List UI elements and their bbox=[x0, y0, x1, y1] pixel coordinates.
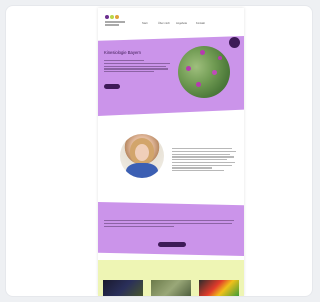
hero-flower-photo bbox=[178, 46, 230, 98]
website-preview[interactable]: Start Über mich Angebote Kontakt Kinesio… bbox=[98, 8, 244, 296]
nav-item-offers[interactable]: Angebote bbox=[176, 22, 187, 25]
service-label bbox=[199, 272, 239, 280]
hero-cta-button[interactable] bbox=[104, 84, 120, 89]
site-logo[interactable] bbox=[105, 15, 125, 27]
about-text bbox=[172, 148, 236, 173]
pricing-text bbox=[104, 220, 236, 228]
services-section bbox=[98, 260, 244, 296]
nav-item-contact[interactable]: Kontakt bbox=[196, 22, 205, 25]
service-thumbnail bbox=[151, 280, 191, 296]
service-thumbnail bbox=[199, 280, 239, 296]
service-card[interactable] bbox=[103, 272, 143, 296]
preview-card: Start Über mich Angebote Kontakt Kinesio… bbox=[6, 6, 312, 296]
about-section bbox=[98, 126, 244, 198]
nav-item-about[interactable]: Über mich bbox=[158, 22, 170, 25]
site-header: Start Über mich Angebote Kontakt bbox=[98, 8, 244, 34]
service-label bbox=[103, 272, 143, 280]
pricing-section bbox=[98, 202, 244, 256]
service-label bbox=[151, 272, 191, 280]
hero-text bbox=[104, 60, 174, 74]
service-thumbnail bbox=[103, 280, 143, 296]
service-card[interactable] bbox=[199, 272, 239, 296]
pricing-button[interactable] bbox=[158, 242, 186, 247]
service-card[interactable] bbox=[151, 272, 191, 296]
hero-section: Kinesiologie Bayern bbox=[98, 36, 244, 116]
nav-item-start[interactable]: Start bbox=[142, 22, 147, 25]
portrait-photo bbox=[120, 134, 164, 178]
hero-title: Kinesiologie Bayern bbox=[104, 50, 142, 55]
hero-badge bbox=[229, 37, 240, 48]
